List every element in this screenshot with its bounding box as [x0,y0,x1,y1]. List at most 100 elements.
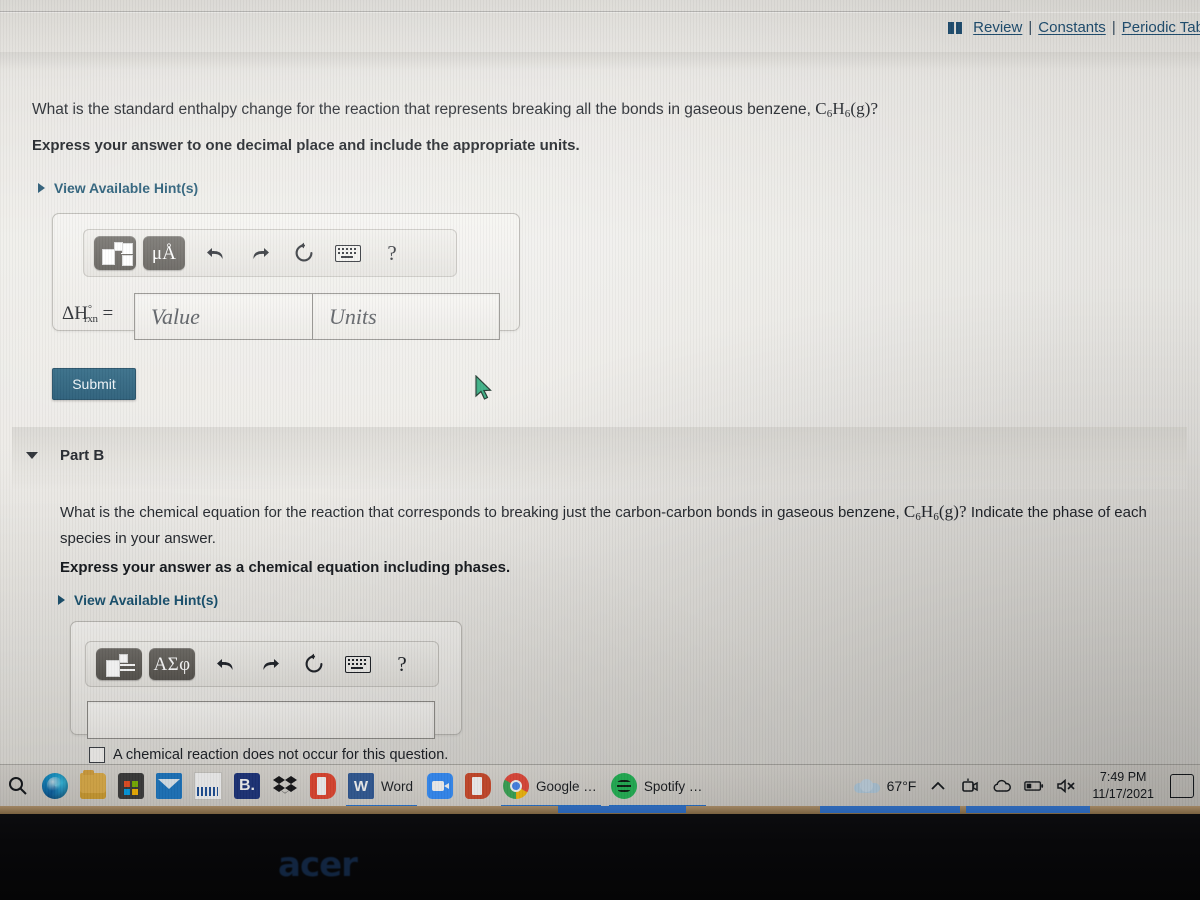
no-reaction-label: A chemical reaction does not occur for t… [113,747,449,763]
taskbar-powerpoint[interactable] [459,765,497,806]
taskbar-amazon[interactable] [188,765,228,806]
weather-widget[interactable]: 67°F [853,778,917,794]
taskbar-chrome[interactable]: Google … [497,765,605,806]
part-a-formula: C6H6(g)? [815,99,879,120]
periodic-table-link[interactable]: Periodic Tab [1122,19,1200,36]
chevron-up-icon[interactable] [928,776,948,796]
notification-icon[interactable] [1170,774,1194,798]
undo-arrow-icon[interactable] [201,237,231,269]
no-reaction-checkbox[interactable] [89,747,105,763]
taskbar-mail[interactable] [150,765,188,806]
part-a-instruction: Express your answer to one decimal place… [32,137,580,154]
taskbar-microsoft-store[interactable] [112,765,150,806]
keyboard-icon[interactable] [343,648,373,680]
equals-sign: = [102,303,114,324]
triangle-right-icon [38,183,45,193]
acer-brand-logo: acer [278,845,358,885]
formula-c: C [815,99,827,118]
greek-letters-icon[interactable]: ΑΣφ [149,648,195,680]
link-separator-2: | [1111,19,1116,36]
taskbar-file-explorer[interactable] [74,765,112,806]
chemical-equation-input[interactable] [87,701,435,739]
value-input[interactable]: Value [134,293,327,340]
temperature-label: 67°F [886,778,917,794]
header-band [0,52,1200,70]
hinge-segment-2 [820,806,960,813]
review-link[interactable]: Review [973,19,1022,36]
units-mu-angstrom-icon[interactable]: μÅ [143,236,185,270]
clock-widget[interactable]: 7:49 PM 11/17/2021 [1088,769,1158,803]
zoom-icon [427,773,454,799]
part-a-answer-label: ΔH°rxn = [62,303,113,325]
taskbar-search[interactable] [0,765,36,806]
chrome-icon [503,773,530,799]
part-a-question-prefix: What is the standard enthalpy change for… [32,101,816,118]
part-b-question-prefix: What is the chemical equation for the re… [60,504,904,521]
taskbar-edge[interactable] [36,765,74,806]
onedrive-cloud-icon[interactable] [992,776,1012,796]
reset-circular-arrow-icon[interactable] [289,237,319,269]
submit-button[interactable]: Submit [52,368,136,400]
cloud-icon [853,779,880,793]
constants-link[interactable]: Constants [1038,19,1106,36]
browser-page: Review | Constants | Periodic Tab What i… [0,0,1200,765]
redo-arrow-icon[interactable] [255,648,285,680]
taskbar-word-label: Word [381,778,414,794]
taskbar-spotify[interactable]: Spotify … [605,765,711,806]
volume-muted-icon[interactable] [1056,776,1076,796]
windows-taskbar: B. W Word Google … Spotify … 67°F 7:49 P… [0,765,1200,806]
part-b-equation-toolbar: ΑΣφ ? [85,641,439,687]
clock-time: 7:49 PM [1099,770,1147,785]
redo-arrow-icon[interactable] [245,237,275,269]
booking-icon: B. [234,773,260,799]
taskbar-dropbox[interactable] [266,765,304,806]
part-b-instruction: Express your answer as a chemical equati… [60,559,511,576]
store-icon [118,773,144,799]
powerpoint-icon [465,773,492,799]
office-icon [310,773,336,799]
help-question-icon[interactable]: ? [377,237,407,269]
link-separator-1: | [1028,19,1033,36]
formula-state: (g)? [850,99,879,118]
formula-h: H [920,502,934,521]
taskbar-office[interactable] [304,765,342,806]
taskbar-booking[interactable]: B. [228,765,266,806]
part-b-view-hints-link[interactable]: View Available Hint(s) [58,592,218,608]
taskbar-word[interactable]: W Word [342,765,421,806]
keyboard-icon[interactable] [333,237,363,269]
part-b-hint-label: View Available Hint(s) [74,592,219,608]
no-reaction-checkbox-row[interactable]: A chemical reaction does not occur for t… [89,747,448,763]
spotify-icon [610,773,637,799]
part-b-question-text: What is the chemical equation for the re… [60,498,1190,551]
reset-circular-arrow-icon[interactable] [299,648,329,680]
part-a-view-hints-link[interactable]: View Available Hint(s) [38,180,198,196]
clock-date: 11/17/2021 [1092,787,1154,801]
units-placeholder: Units [329,303,377,329]
template-reaction-arrow-icon[interactable] [96,648,142,680]
battery-icon[interactable] [1024,776,1044,796]
triangle-down-icon[interactable] [26,452,38,459]
word-icon: W [348,773,374,799]
assignment-header-links: Review | Constants | Periodic Tab [948,19,1200,36]
part-a-equation-toolbar: μÅ ? [83,229,457,277]
part-a-help-label: ? [387,240,397,265]
camera-icon[interactable] [960,776,980,796]
dropbox-icon [272,773,298,799]
hinge-segment-3 [966,806,1090,813]
laptop-screen-photo: Review | Constants | Periodic Tab What i… [0,0,1200,900]
units-input[interactable]: Units [312,293,500,340]
template-superscript-fraction-icon[interactable] [94,236,136,270]
part-b-header-band [12,427,1187,489]
part-b-help-label: ? [397,651,407,676]
laptop-display: Review | Constants | Periodic Tab What i… [0,0,1200,806]
undo-arrow-icon[interactable] [211,648,241,680]
taskbar-zoom[interactable] [421,765,459,806]
value-placeholder: Value [151,303,200,329]
help-question-icon[interactable]: ? [387,648,417,680]
browser-chrome-divider-highlight [0,12,1200,13]
taskbar-chrome-label: Google … [536,778,597,794]
mail-icon [156,773,182,799]
formula-h: H [832,99,845,118]
formula-c: C [903,502,916,521]
hinge-segment-1 [558,806,686,813]
